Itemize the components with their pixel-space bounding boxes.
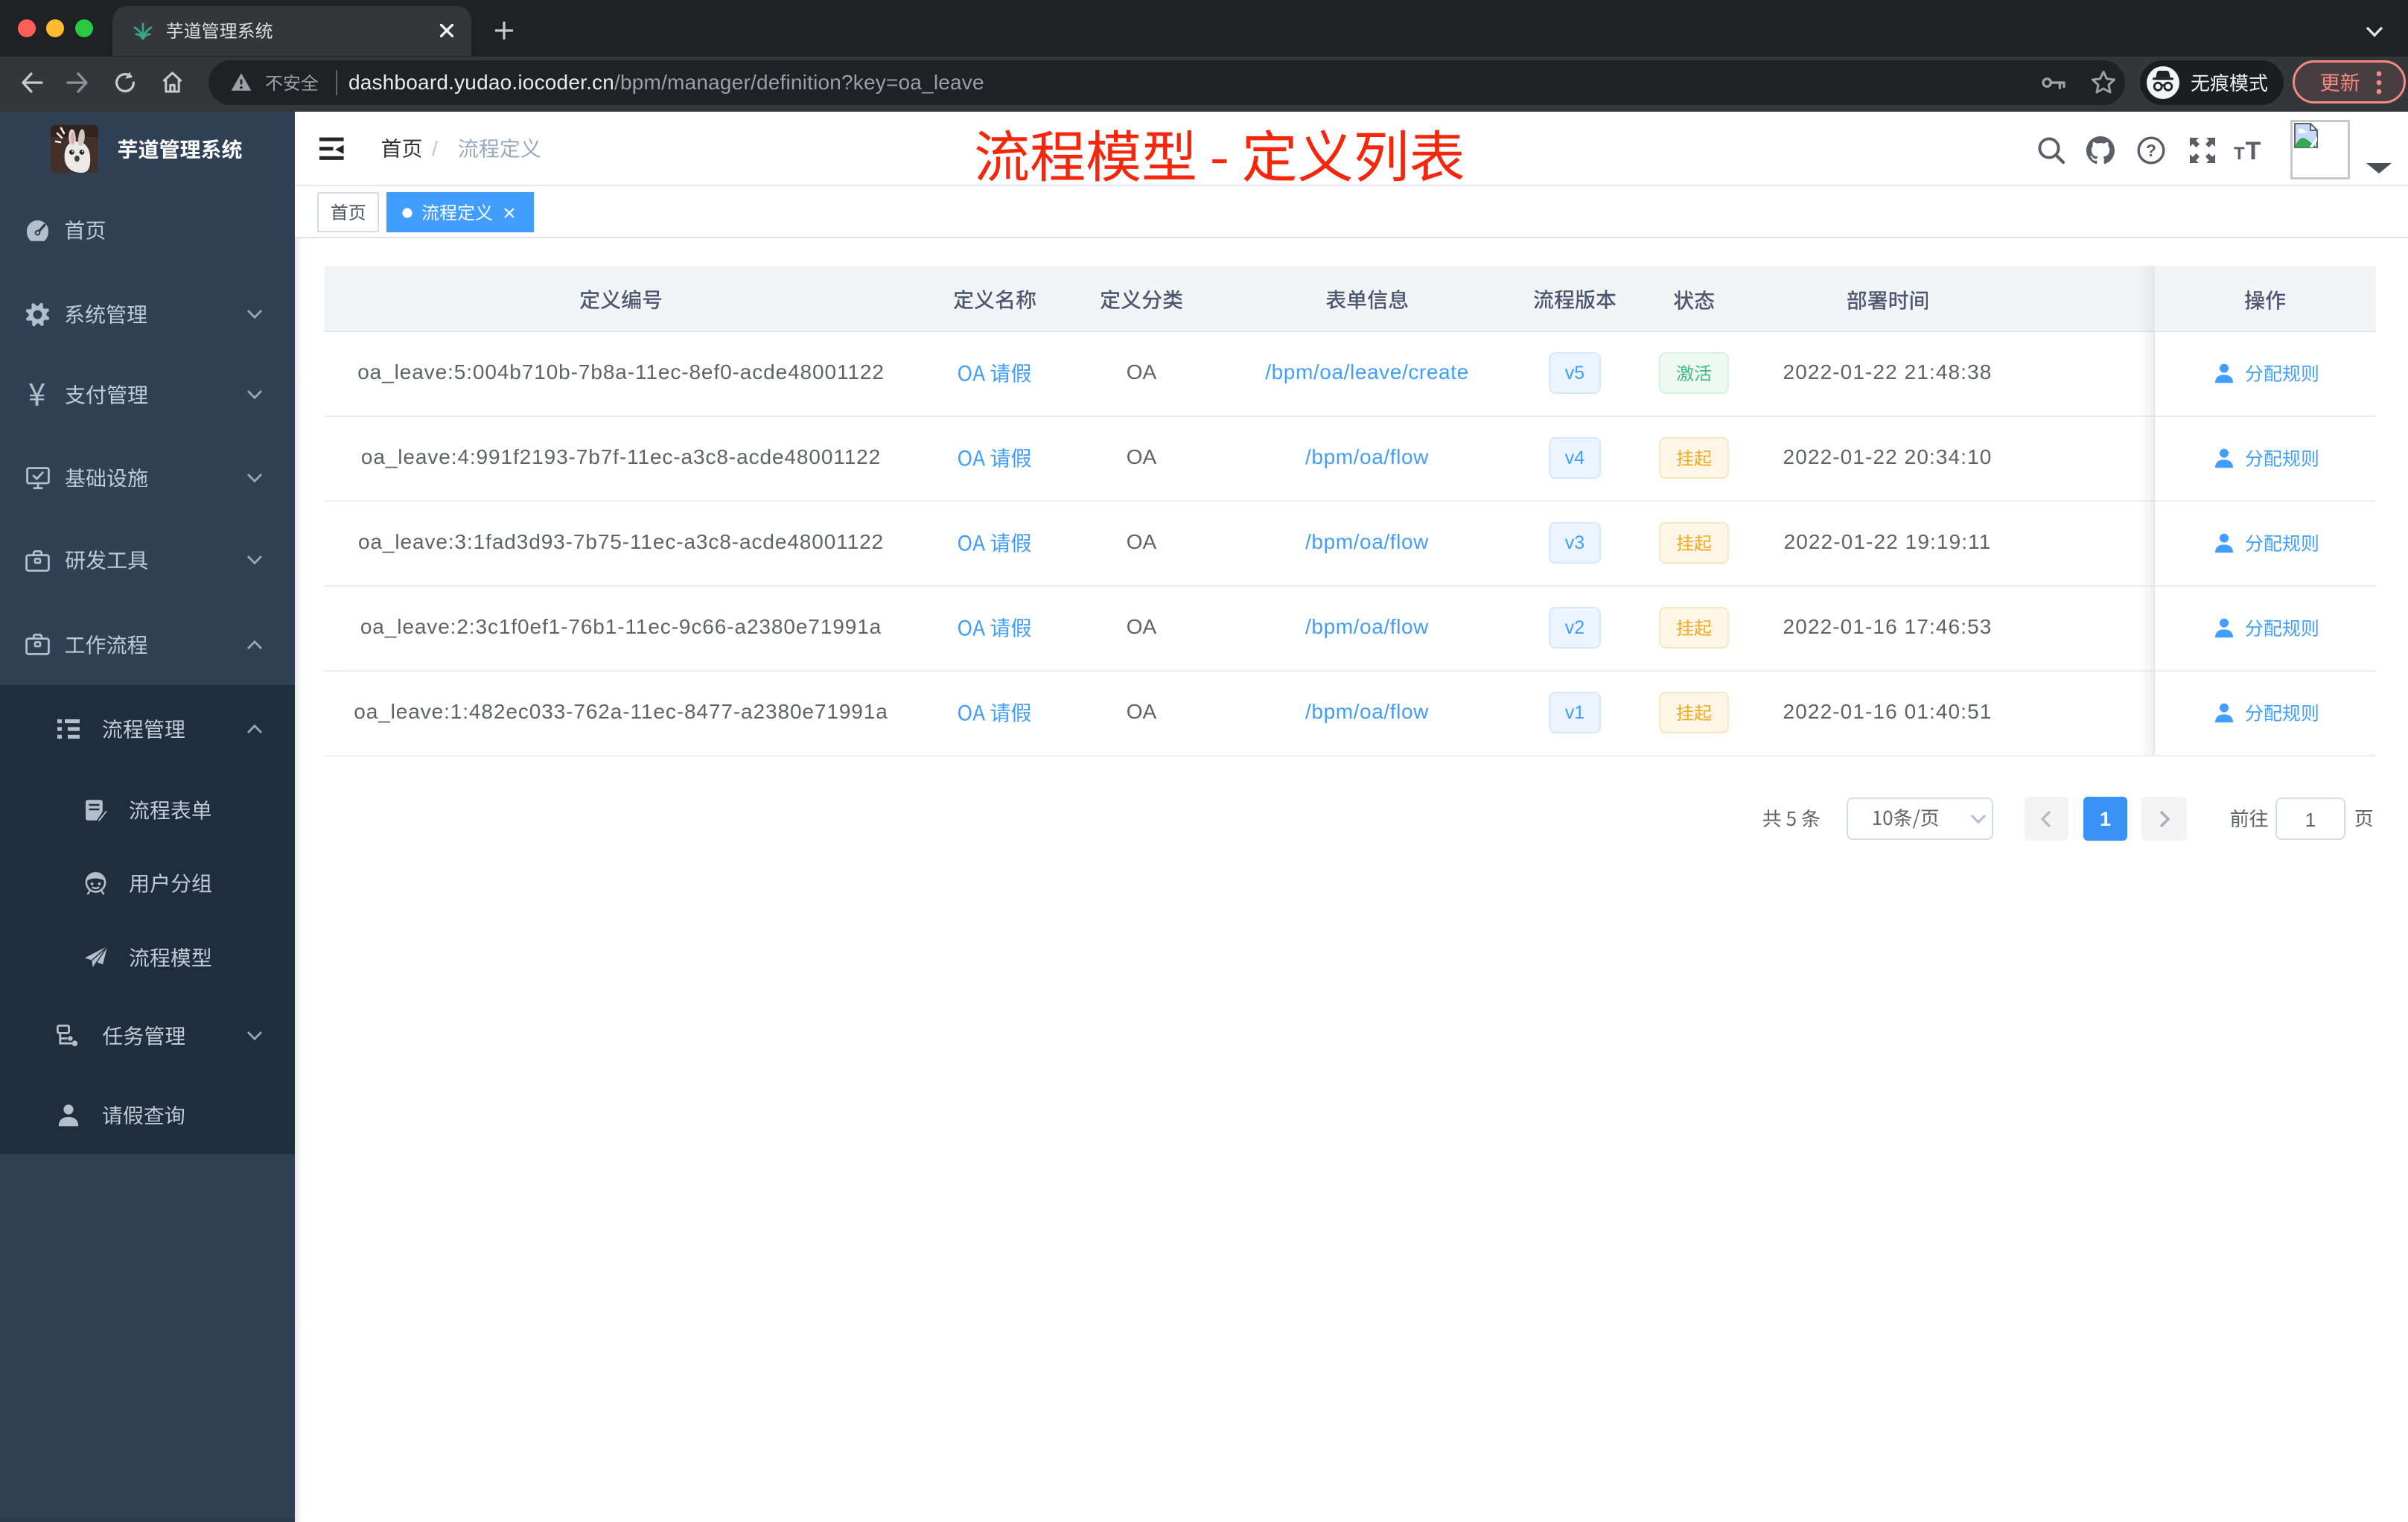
svg-text:?: ? xyxy=(2146,141,2156,160)
